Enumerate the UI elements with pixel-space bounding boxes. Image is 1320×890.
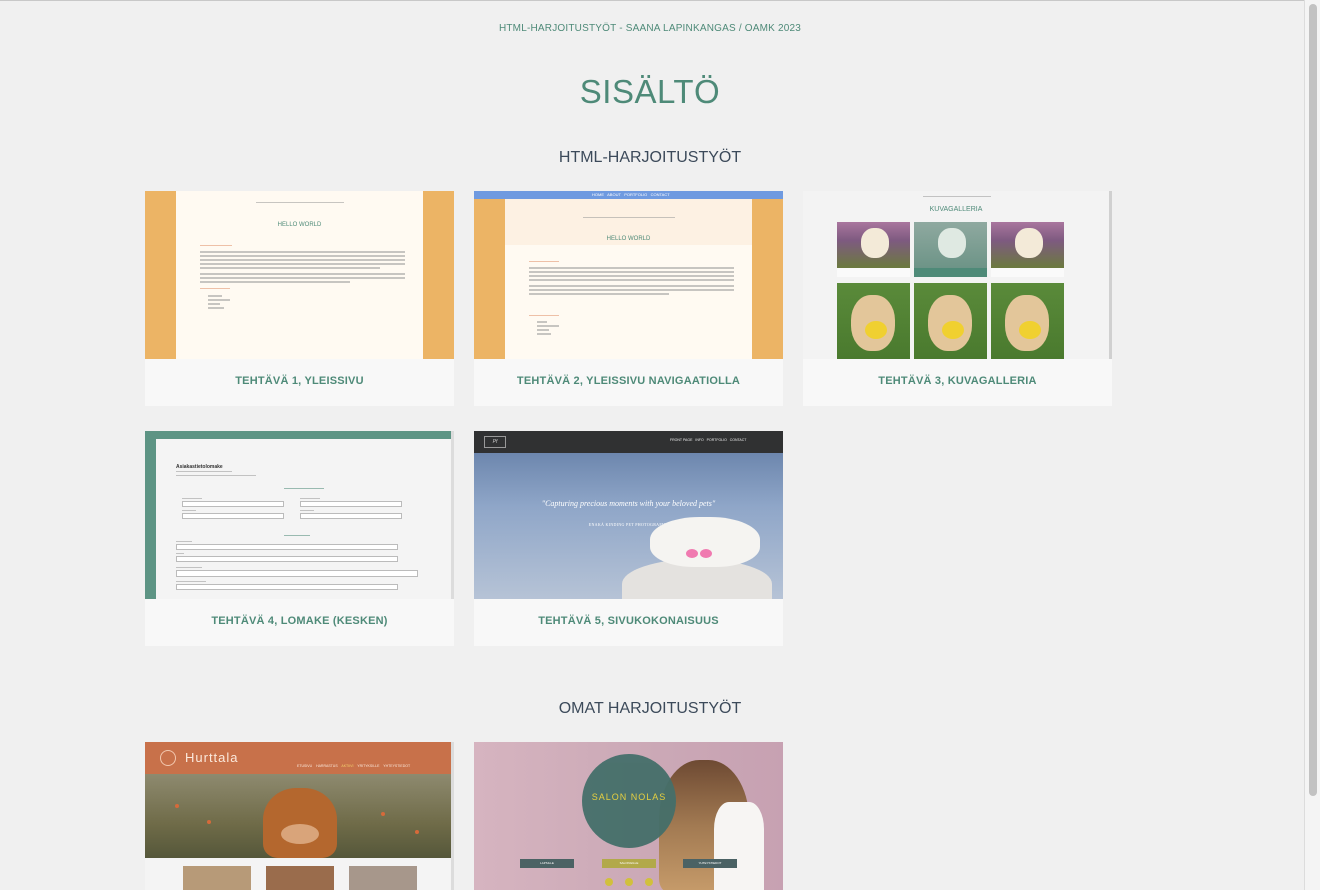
preview-heading: HELLO WORLD [277,222,322,228]
preview-nav-item: CONTACT [729,438,747,442]
card-thumbnail: Pf FRONT PAGE INFO PORTFOLIO CONTACT "Ca… [474,431,783,599]
paw-icon [160,750,176,766]
card-tehtava-2[interactable]: HOME ABOUT PORTFOLIO CONTACT HELLO WORLD [474,191,783,406]
social-icon [645,878,653,886]
preview-nav-item: HARRASTUS [316,764,338,768]
top-caption: HTML-HARJOITUSTYÖT - SAANA LAPINKANGAS /… [498,23,802,34]
preview-button: LAPSILLE [520,859,574,868]
section-title-html: HTML-HARJOITUSTYÖT [558,149,742,166]
preview-nav-item: PORTFOLIO [624,192,648,197]
salon-logo-text: SALON NOLAS [591,792,667,802]
card-tehtava-5[interactable]: Pf FRONT PAGE INFO PORTFOLIO CONTACT "Ca… [474,431,783,646]
gallery-thumb-puppy [837,222,910,268]
preview-nav-item: PORTFOLIO [706,438,727,442]
preview-nav-item: YRITYKSILLE [357,764,380,768]
section-title-own: OMAT HARJOITUSTYÖT [558,700,742,717]
facebook-icon [605,878,613,886]
preview-thumb [266,866,334,890]
card-tehtava-1[interactable]: HELLO WORLD TEHTÄVÄ 1, YLEISSIVU [145,191,454,406]
preview-nav-item: CONTACT [650,192,670,197]
gallery-thumb-dog-flowers [837,283,910,359]
woman-image [714,802,764,890]
preview-heading: HELLO WORLD [606,236,651,242]
scrollbar[interactable] [1304,0,1320,890]
preview-button: SALONGILLE [602,859,656,868]
preview-heading: KUVAGALLERIA [929,206,983,213]
gallery-thumb-dog-flowers [914,283,987,359]
card-thumbnail: KUVAGALLERIA [803,191,1112,359]
card-thumbnail: Hurttala ETUSIVU HARRASTUS AKTIIVI YRITY… [145,742,454,890]
salon-logo: SALON NOLAS [582,754,676,848]
page-title: SISÄLTÖ [579,73,721,110]
preview-nav-item: INFO [695,438,704,442]
card-tehtava-4[interactable]: Asiakastietolomake TEHTÄVÄ 4, LOMAKE (KE… [145,431,454,646]
card-thumbnail: Asiakastietolomake [145,431,454,599]
card-thumbnail: HELLO WORLD [145,191,454,359]
preview-nav-item: YHTEYSTIEDOT [383,764,411,768]
preview-nav-item: HOME [592,192,604,197]
preview-heading: Asiakastietolomake [176,464,223,470]
preview-thumb [349,866,417,890]
gallery-thumb-puppy [991,222,1064,268]
gallery-thumb-dog-flowers [991,283,1064,359]
card-thumbnail: HOME ABOUT PORTFOLIO CONTACT HELLO WORLD [474,191,783,359]
card-label[interactable]: TEHTÄVÄ 4, LOMAKE (KESKEN) [145,599,454,646]
scrollbar-thumb[interactable] [1309,4,1317,796]
dog-hero-image [145,774,454,858]
card-label[interactable]: TEHTÄVÄ 5, SIVUKOKONAISUUS [474,599,783,646]
page: HTML-HARJOITUSTYÖT - SAANA LAPINKANGAS /… [0,0,1304,890]
card-tehtava-3[interactable]: KUVAGALLERIA TEHTÄVÄ 3, KUVAGALLERIA [803,191,1112,406]
card-label[interactable]: TEHTÄVÄ 3, KUVAGALLERIA [803,359,1112,406]
preview-nav-item: AKTIIVI [341,764,354,768]
preview-nav-item: ETUSIVU [297,764,313,768]
gallery-thumb-puppy [914,222,987,268]
card-hurttala[interactable]: Hurttala ETUSIVU HARRASTUS AKTIIVI YRITY… [145,742,454,890]
card-thumbnail: SALON NOLAS LAPSILLE SALONGILLE YHTEYSTI… [474,742,783,890]
preview-nav: HOME ABOUT PORTFOLIO CONTACT [474,191,783,199]
instagram-icon [625,878,633,886]
preview-quote: "Capturing precious moments with your be… [541,499,716,508]
card-salon[interactable]: SALON NOLAS LAPSILLE SALONGILLE YHTEYSTI… [474,742,783,890]
preview-nav-item: ABOUT [607,192,621,197]
preview-nav-item: FRONT PAGE [670,438,693,442]
card-label[interactable]: TEHTÄVÄ 1, YLEISSIVU [145,359,454,406]
preview-thumb [183,866,251,890]
preview-button: YHTEYSTIEDOT [683,859,737,868]
card-label[interactable]: TEHTÄVÄ 2, YLEISSIVU NAVIGAATIOLLA [474,359,783,406]
dog-image [650,517,760,567]
preview-brand: Hurttala [185,750,239,765]
